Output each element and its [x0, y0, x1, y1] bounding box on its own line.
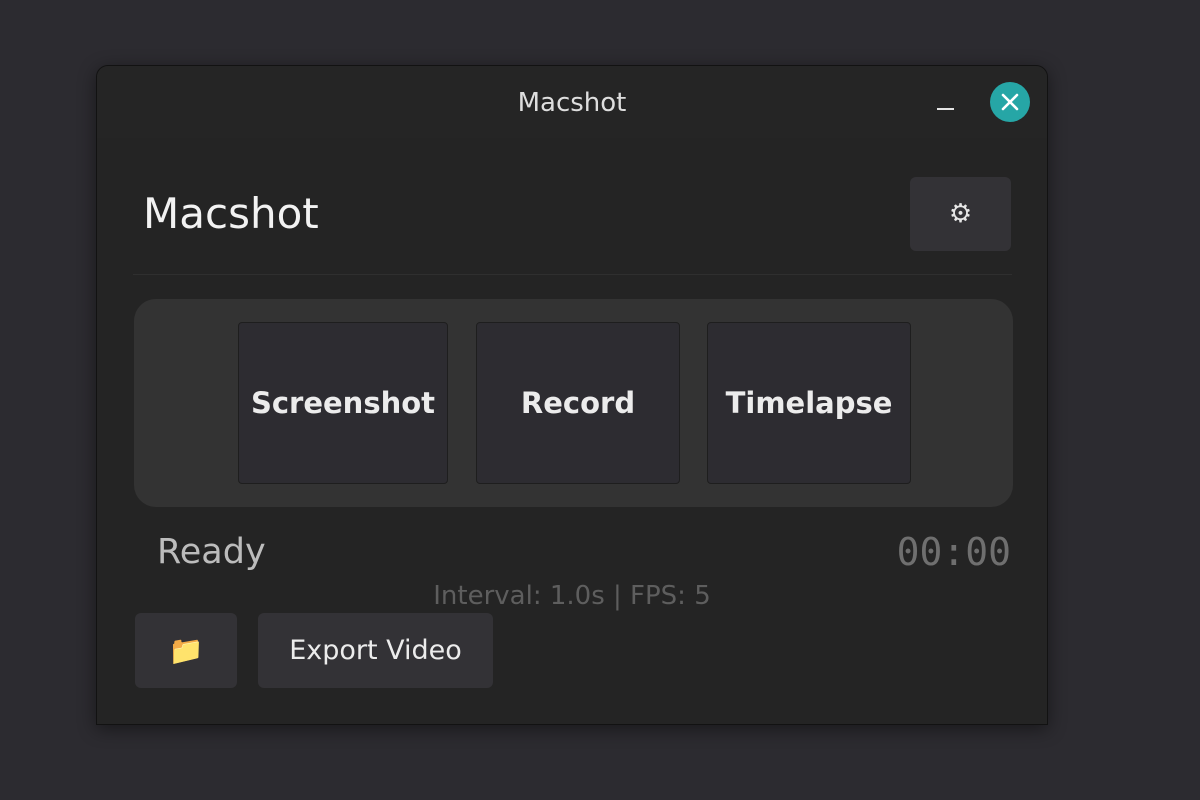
window-title: Macshot: [517, 88, 627, 118]
mode-panel: Screenshot Record Timelapse: [134, 299, 1013, 507]
app-window: Macshot Macshot ⚙ Screenshot Record Time…: [96, 65, 1048, 725]
minimize-icon: [937, 108, 954, 110]
timer-display: 00:00: [896, 530, 1011, 574]
screenshot-button[interactable]: Screenshot: [238, 322, 448, 484]
export-video-button[interactable]: Export Video: [258, 613, 493, 688]
close-button[interactable]: [990, 82, 1030, 122]
gear-icon: ⚙: [948, 199, 973, 229]
interval-fps-info: Interval: 1.0s | FPS: 5: [433, 581, 711, 611]
open-folder-button[interactable]: 📁: [135, 613, 237, 688]
status-text: Ready: [157, 532, 266, 572]
timelapse-button[interactable]: Timelapse: [707, 322, 911, 484]
record-button[interactable]: Record: [476, 322, 680, 484]
page-title: Macshot: [143, 189, 319, 238]
titlebar[interactable]: Macshot: [97, 66, 1047, 138]
folder-icon: 📁: [168, 634, 204, 667]
settings-button[interactable]: ⚙: [910, 177, 1011, 251]
minimize-button[interactable]: [931, 89, 961, 119]
divider: [133, 274, 1012, 275]
close-icon: [1001, 93, 1019, 111]
